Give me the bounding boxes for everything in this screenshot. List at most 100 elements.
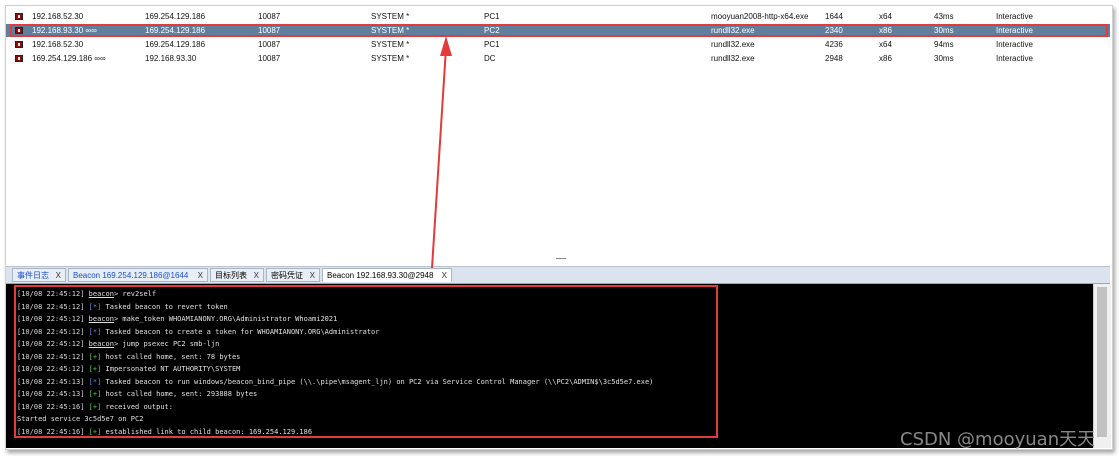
cell-arch: x86 [879,54,892,63]
cell-internal: 169.254.129.186 [145,40,206,49]
console-timestamp: [10/08 22:45:12] [17,352,85,361]
cell-pid: 2340 [825,26,843,35]
tab-targets[interactable]: 目标列表 X [210,268,264,282]
tab-beacon-2948[interactable]: Beacon 192.168.93.30@2948 X [322,268,452,282]
console-line: [10/08 22:45:12] [*] Tasked beacon to re… [17,301,228,313]
tab-beacon-1644[interactable]: Beacon 169.254.129.186@1644 X [68,268,208,282]
console-timestamp: [10/08 22:45:12] [17,327,85,336]
cell-internal: 192.168.93.30 [145,54,197,63]
cell-last: 30ms [934,26,954,35]
cell-process: rundll32.exe [711,40,755,49]
watermark: CSDN @mooyuan天天 [900,429,1096,450]
cell-state: Interactive [996,40,1033,49]
console-timestamp: [10/08 22:45:12] [17,315,85,323]
cell-arch: x86 [879,26,892,35]
beacon-console[interactable]: [10/08 22:45:12] beacon> rev2self [10/08 … [6,284,1093,448]
console-text: Started service 3c5d5e7 on PC2 [17,415,144,423]
cell-last: 30ms [934,54,954,63]
console-timestamp: [10/08 22:45:16] [17,402,85,411]
console-status-tag: [+] [88,390,102,398]
console-beacon-prompt: beacon [88,315,114,323]
console-text: host called home, sent: 293888 bytes [101,390,258,398]
tab-bar: 事件日志 X Beacon 169.254.129.186@1644 X 目标列… [6,266,1110,284]
cell-user: SYSTEM * [371,12,410,21]
cell-state: Interactive [996,54,1033,63]
close-icon[interactable]: X [310,269,315,283]
close-icon[interactable]: X [198,269,203,283]
cell-process: mooyuan2008-http-x64.exe [711,12,809,21]
cell-pid: 4236 [825,40,843,49]
console-text: received output: [101,402,173,411]
console-text: Impersonated NT AUTHORITY\SYSTEM [101,365,241,373]
console-status-tag: [+] [88,402,102,411]
beacon-icon [15,27,23,34]
cell-listener: 10087 [258,12,281,21]
console-line: [10/08 22:45:12] beacon> make_token WHOA… [17,313,337,325]
session-row[interactable]: 192.168.52.30 169.254.129.186 10087 SYST… [6,10,1110,23]
console-line: [10/08 22:45:12] beacon> jump psexec PC2… [17,338,219,350]
cell-last: 94ms [934,40,954,49]
cell-state: Interactive [996,12,1033,21]
console-scrollbar[interactable] [1093,284,1111,448]
cell-process: rundll32.exe [711,54,755,63]
close-icon[interactable]: X [442,269,447,283]
console-timestamp: [10/08 22:45:12] [17,340,85,348]
console-timestamp: [10/08 22:45:12] [17,302,85,311]
cell-external: 169.254.129.186 ∞∞ [32,54,106,63]
console-timestamp: [10/08 22:45:12] [17,365,85,373]
console-text: Tasked beacon to run windows/beacon_bind… [101,377,654,386]
tab-credentials[interactable]: 密码凭证 X [266,268,320,282]
cell-external: 192.168.52.30 [32,12,84,21]
scrollbar-thumb[interactable] [1097,287,1107,437]
console-status-tag: [+] [88,352,102,361]
cell-pid: 2948 [825,54,843,63]
console-status-tag: [+] [88,365,102,373]
console-status-tag: [*] [88,377,102,386]
console-text: established link to child beacon: 169.25… [101,427,313,436]
tab-label: Beacon 192.168.93.30@2948 [327,271,434,280]
cell-user: SYSTEM * [371,26,410,35]
cell-last: 43ms [934,12,954,21]
console-status-tag: [*] [88,327,102,336]
console-beacon-prompt: beacon [88,340,114,348]
tab-event-log[interactable]: 事件日志 X [12,268,66,282]
console-line: [10/08 22:45:13] [+] host called home, s… [17,388,257,400]
console-beacon-prompt: beacon [88,290,114,298]
session-row-selected[interactable]: 192.168.93.30 ∞∞ 169.254.129.186 10087 S… [6,24,1110,37]
console-text: > make_token WHOAMIANONY.ORG\Administrat… [113,315,338,323]
console-line: [10/08 22:45:12] [+] host called home, s… [17,351,240,363]
splitter-handle[interactable] [556,258,566,263]
tab-label: Beacon 169.254.129.186@1644 [73,271,189,280]
console-line: [10/08 22:45:16] [+] established link to… [17,426,312,438]
cell-arch: x64 [879,40,892,49]
console-timestamp: [10/08 22:45:12] [17,290,85,298]
session-row[interactable]: 169.254.129.186 ∞∞ 192.168.93.30 10087 S… [6,52,1110,65]
console-status-tag: [+] [88,427,102,436]
console-text: host called home, sent: 78 bytes [101,352,241,361]
cell-computer: DC [484,54,496,63]
cell-computer: PC2 [484,26,500,35]
cell-computer: PC1 [484,12,500,21]
console-text: Tasked beacon to create a token for WHOA… [101,327,380,336]
beacon-icon [15,41,23,48]
cell-external: 192.168.93.30 ∞∞ [32,26,97,35]
cell-user: SYSTEM * [371,54,410,63]
console-line: Started service 3c5d5e7 on PC2 [17,413,143,425]
console-timestamp: [10/08 22:45:13] [17,390,85,398]
beacon-icon [15,13,23,20]
session-row[interactable]: 192.168.52.30 169.254.129.186 10087 SYST… [6,38,1110,51]
cell-state: Interactive [996,26,1033,35]
cell-pid: 1644 [825,12,843,21]
console-text: > jump psexec PC2 smb-ljn [113,340,220,348]
tab-label: 事件日志 [17,271,49,280]
console-text: > rev2self [113,290,157,298]
cell-internal: 169.254.129.186 [145,26,206,35]
cell-external: 192.168.52.30 [32,40,84,49]
sessions-table: 192.168.52.30 169.254.129.186 10087 SYST… [6,6,1110,258]
console-line: [10/08 22:45:12] beacon> rev2self [17,288,156,300]
cell-user: SYSTEM * [371,40,410,49]
close-icon[interactable]: X [254,269,259,283]
cell-listener: 10087 [258,54,281,63]
cobalt-strike-window: 192.168.52.30 169.254.129.186 10087 SYST… [5,5,1113,450]
close-icon[interactable]: X [56,269,61,283]
